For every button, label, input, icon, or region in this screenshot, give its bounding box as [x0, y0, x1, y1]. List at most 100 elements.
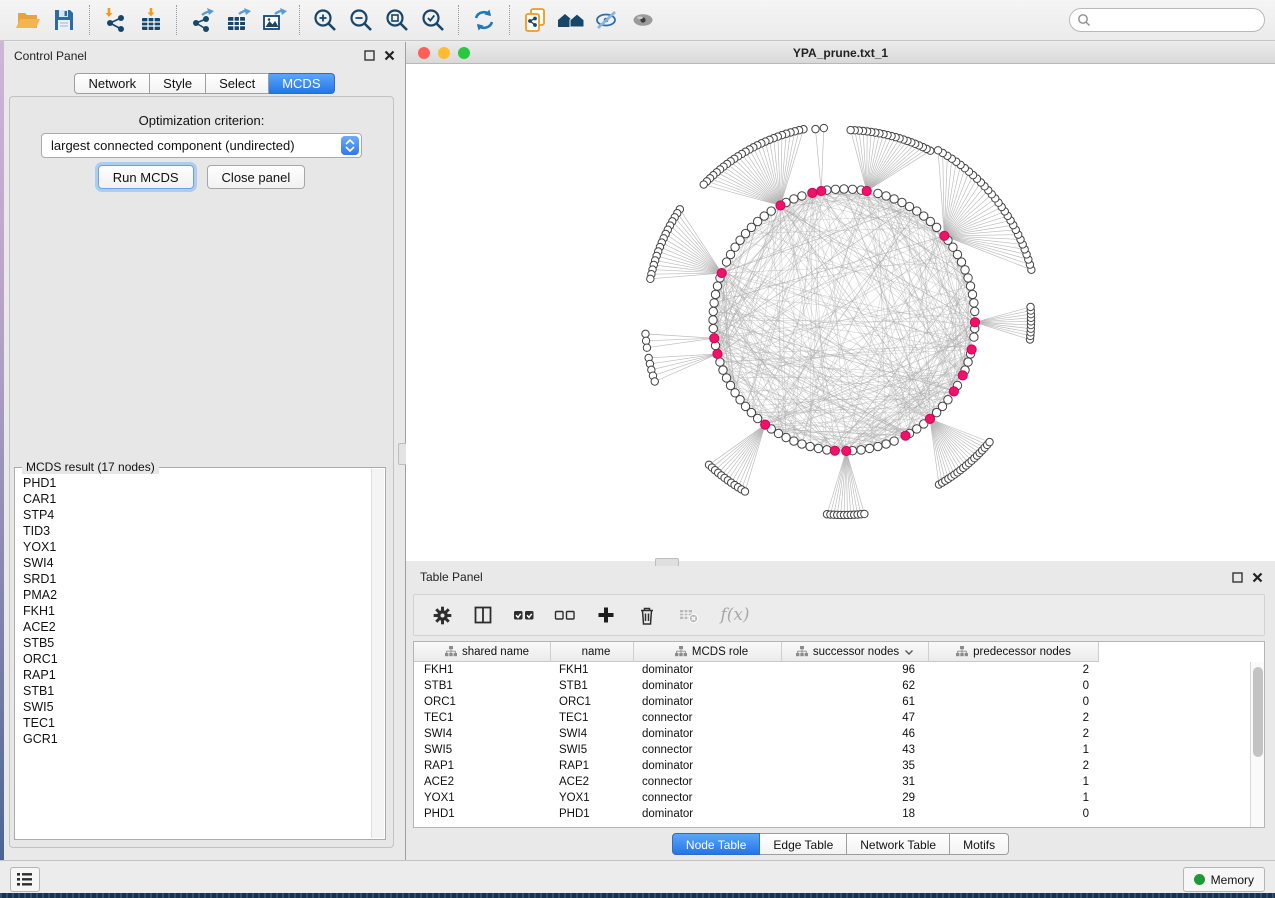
column-header-predecessor-nodes[interactable]: predecessor nodes	[929, 642, 1099, 662]
column-header-shared-name[interactable]: shared name	[414, 642, 551, 662]
float-panel-icon[interactable]	[1232, 572, 1243, 583]
tab-select[interactable]: Select	[206, 73, 269, 94]
tab-mcds[interactable]: MCDS	[269, 73, 334, 94]
zoom-fit-button[interactable]	[379, 3, 415, 37]
table-cell: TEC1	[414, 712, 551, 724]
table-scrollbar-track[interactable]	[1250, 662, 1264, 827]
table-row[interactable]: TEC1TEC1connector472	[414, 710, 1264, 726]
tab-node-table[interactable]: Node Table	[672, 833, 761, 855]
open-file-button[interactable]	[10, 3, 46, 37]
table-row[interactable]: ACE2ACE2connector311	[414, 774, 1264, 790]
table-row[interactable]: YOX1YOX1connector291	[414, 790, 1264, 806]
zoom-in-button[interactable]	[307, 3, 343, 37]
search-field[interactable]	[1069, 8, 1265, 32]
table-scrollbar-thumb[interactable]	[1253, 667, 1263, 757]
toolbar-separator	[299, 5, 300, 35]
table-cell: 1	[929, 792, 1099, 804]
network-canvas[interactable]	[406, 64, 1275, 561]
table-cell: 2	[929, 728, 1099, 740]
mcds-result-item[interactable]: PMA2	[23, 587, 371, 603]
mcds-result-item[interactable]: SRD1	[23, 571, 371, 587]
run-mcds-button[interactable]: Run MCDS	[98, 165, 194, 189]
close-panel-icon[interactable]	[1252, 572, 1263, 583]
table-cell: ORC1	[414, 696, 551, 708]
table-cell: FKH1	[551, 664, 634, 676]
home-panel-button[interactable]	[553, 3, 589, 37]
column-header-name[interactable]: name	[551, 642, 634, 662]
network-window-titlebar[interactable]: YPA_prune.txt_1	[406, 42, 1275, 64]
table-cell: PHD1	[414, 808, 551, 820]
search-input[interactable]	[1095, 12, 1257, 28]
mcds-result-item[interactable]: STB5	[23, 635, 371, 651]
mcds-result-item[interactable]: SWI4	[23, 555, 371, 571]
delete-column-button[interactable]	[635, 603, 659, 627]
import-table-button[interactable]	[133, 3, 169, 37]
table-row[interactable]: PHD1PHD1dominator180	[414, 806, 1264, 822]
import-network-button[interactable]	[97, 3, 133, 37]
toolbar-separator	[509, 5, 510, 35]
table-row[interactable]: SWI5SWI5connector431	[414, 742, 1264, 758]
mcds-result-item[interactable]: ORC1	[23, 651, 371, 667]
tab-style[interactable]: Style	[150, 73, 206, 94]
table-cell: dominator	[634, 760, 782, 772]
close-panel-icon[interactable]	[384, 50, 395, 61]
mcds-result-item[interactable]: TEC1	[23, 715, 371, 731]
column-header-mcds-role[interactable]: MCDS role	[634, 642, 782, 662]
show-column-button[interactable]	[471, 603, 495, 627]
mcds-result-item[interactable]: YOX1	[23, 539, 371, 555]
table-row[interactable]: ORC1ORC1dominator610	[414, 694, 1264, 710]
mcds-result-item[interactable]: FKH1	[23, 603, 371, 619]
zoom-out-button[interactable]	[343, 3, 379, 37]
mcds-result-item[interactable]: CAR1	[23, 491, 371, 507]
refresh-view-button[interactable]	[466, 3, 502, 37]
tab-network[interactable]: Network	[74, 73, 150, 94]
table-settings-button[interactable]	[430, 603, 454, 627]
table-row[interactable]: SWI4SWI4dominator462	[414, 726, 1264, 742]
table-row[interactable]: STB1STB1dominator620	[414, 678, 1264, 694]
export-table-button[interactable]	[220, 3, 256, 37]
table-row[interactable]: FKH1FKH1dominator962	[414, 662, 1264, 678]
mcds-tab-content: Optimization criterion: largest connecte…	[9, 96, 394, 848]
hide-details-button[interactable]	[589, 3, 625, 37]
save-session-button[interactable]	[46, 3, 82, 37]
shared-column-icon	[675, 646, 687, 657]
memory-button[interactable]: Memory	[1183, 867, 1265, 892]
mcds-result-item[interactable]: STP4	[23, 507, 371, 523]
toolbar-separator	[458, 5, 459, 35]
show-details-button[interactable]	[625, 3, 661, 37]
export-image-button[interactable]	[256, 3, 292, 37]
close-panel-button[interactable]: Close panel	[207, 165, 306, 189]
deselect-all-rows-button[interactable]	[553, 603, 577, 627]
criterion-dropdown[interactable]: largest connected component (undirected)	[41, 133, 362, 158]
zoom-selected-button[interactable]	[415, 3, 451, 37]
mcds-result-item[interactable]: PHD1	[23, 475, 371, 491]
mcds-result-item[interactable]: ACE2	[23, 619, 371, 635]
mcds-result-item[interactable]: SWI5	[23, 699, 371, 715]
mcds-list-scrollbar[interactable]	[371, 469, 384, 838]
mcds-result-item[interactable]: TID3	[23, 523, 371, 539]
tab-motifs[interactable]: Motifs	[950, 833, 1009, 855]
task-history-button[interactable]	[10, 867, 40, 892]
column-header-successor-nodes[interactable]: successor nodes	[782, 642, 929, 662]
table-cell: 0	[929, 808, 1099, 820]
table-cell: 62	[782, 680, 929, 692]
mcds-result-item[interactable]: GCR1	[23, 731, 371, 747]
select-all-rows-button[interactable]	[512, 603, 536, 627]
mcds-result-item[interactable]: RAP1	[23, 667, 371, 683]
create-column-button[interactable]	[594, 603, 618, 627]
mcds-result-list[interactable]: PHD1CAR1STP4TID3YOX1SWI4SRD1PMA2FKH1ACE2…	[15, 469, 371, 839]
table-row[interactable]: RAP1RAP1dominator352	[414, 758, 1264, 774]
cytoscape-window: Control Panel Network Style Select MCDS …	[0, 0, 1275, 898]
table-cell: STB1	[414, 680, 551, 692]
clone-network-button[interactable]	[517, 3, 553, 37]
table-cell: SWI5	[551, 744, 634, 756]
zoom-out-icon	[348, 7, 374, 33]
float-panel-icon[interactable]	[364, 50, 375, 61]
table-cell: ORC1	[551, 696, 634, 708]
mcds-result-item[interactable]: STB1	[23, 683, 371, 699]
table-cell: 2	[929, 664, 1099, 676]
tab-edge-table[interactable]: Edge Table	[760, 833, 847, 855]
export-network-button[interactable]	[184, 3, 220, 37]
tab-network-table[interactable]: Network Table	[847, 833, 950, 855]
table-cell: 46	[782, 728, 929, 740]
